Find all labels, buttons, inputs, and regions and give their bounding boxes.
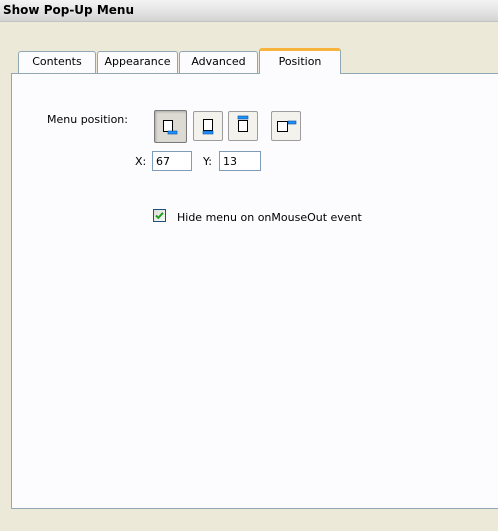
hide-menu-checkbox[interactable] <box>153 209 166 222</box>
x-input[interactable] <box>152 151 192 171</box>
hide-menu-label: Hide menu on onMouseOut event <box>177 211 362 224</box>
position-below-right-icon <box>163 120 178 135</box>
checkmark-icon <box>155 212 164 220</box>
menu-position-label: Menu position: <box>47 113 128 126</box>
y-label: Y: <box>203 155 212 168</box>
position-below-icon <box>202 119 214 135</box>
position-above-button[interactable] <box>228 111 258 141</box>
dialog-window: Show Pop-Up Menu Contents Appearance Adv… <box>0 0 498 531</box>
tab-position[interactable]: Position <box>259 48 341 74</box>
y-input[interactable] <box>219 151 261 171</box>
position-below-button[interactable] <box>193 111 223 141</box>
position-above-icon <box>237 115 249 132</box>
tab-advanced[interactable]: Advanced <box>179 51 258 73</box>
position-below-right-button[interactable] <box>154 110 187 143</box>
tab-contents[interactable]: Contents <box>18 51 96 73</box>
title-bar: Show Pop-Up Menu <box>0 0 498 22</box>
x-label: X: <box>135 155 147 168</box>
position-right-top-icon <box>277 120 297 132</box>
window-title: Show Pop-Up Menu <box>3 3 134 17</box>
tab-appearance[interactable]: Appearance <box>97 51 178 73</box>
position-right-top-button[interactable] <box>271 111 301 141</box>
